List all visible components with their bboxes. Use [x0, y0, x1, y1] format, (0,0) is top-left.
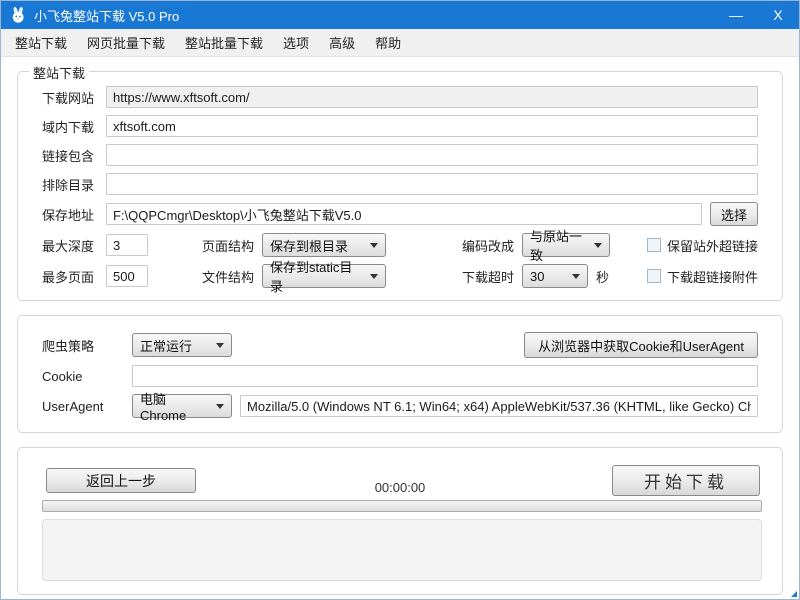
page-structure-label: 页面结构 — [202, 236, 262, 255]
useragent-input[interactable] — [240, 395, 758, 417]
attachments-checkbox-wrap: 下载超链接附件 — [647, 267, 758, 286]
group-crawler-settings: 爬虫策略 正常运行 从浏览器中获取Cookie和UserAgent Cookie… — [17, 315, 783, 433]
strategy-label: 爬虫策略 — [42, 336, 132, 355]
chevron-down-icon — [216, 343, 224, 348]
max-pages-label: 最多页面 — [42, 267, 106, 286]
link-contains-input[interactable] — [106, 144, 758, 166]
timeout-value: 30 — [530, 269, 544, 284]
encoding-label: 编码改成 — [462, 236, 522, 255]
link-contains-label: 链接包含 — [42, 146, 106, 165]
row-pages-filestructure: 最多页面 文件结构 保存到static目录 下载超时 30 秒 下载超链接附件 — [42, 264, 758, 288]
strategy-select[interactable]: 正常运行 — [132, 333, 232, 357]
file-structure-label: 文件结构 — [202, 267, 262, 286]
main-content: 整站下载 下载网站 域内下载 链接包含 排除目录 保存地址 选择 最大深度 页面… — [1, 57, 799, 595]
app-window: { "window": { "title": "小飞兔整站下载 V5.0 Pro… — [0, 0, 800, 600]
row-strategy: 爬虫策略 正常运行 从浏览器中获取Cookie和UserAgent — [42, 332, 758, 358]
menu-whole-site-download[interactable]: 整站下载 — [5, 28, 77, 57]
download-progressbar — [42, 500, 762, 512]
menu-advanced[interactable]: 高级 — [319, 28, 365, 57]
row-depth-structure: 最大深度 页面结构 保存到根目录 编码改成 与原站一致 保留站外超链接 — [42, 233, 758, 257]
attachments-checkbox[interactable] — [647, 269, 661, 283]
keep-external-checkbox-wrap: 保留站外超链接 — [647, 236, 758, 255]
browse-button[interactable]: 选择 — [710, 202, 758, 226]
download-log-area[interactable] — [42, 519, 762, 581]
attachments-label: 下载超链接附件 — [667, 267, 758, 286]
row-link-contains: 链接包含 — [42, 144, 758, 166]
timeout-label: 下载超时 — [462, 267, 522, 286]
menu-help[interactable]: 帮助 — [365, 28, 411, 57]
cookie-label: Cookie — [42, 369, 132, 384]
max-pages-input[interactable] — [106, 265, 148, 287]
window-controls: — X — [715, 1, 799, 29]
download-site-label: 下载网站 — [42, 88, 106, 107]
chevron-down-icon — [370, 274, 378, 279]
window-title: 小飞兔整站下载 V5.0 Pro — [34, 6, 179, 25]
row-download-site: 下载网站 — [42, 86, 758, 108]
row-useragent: UserAgent 电脑Chrome — [42, 394, 758, 418]
useragent-preset-value: 电脑Chrome — [140, 389, 210, 423]
row-cookie: Cookie — [42, 365, 758, 387]
page-structure-select[interactable]: 保存到根目录 — [262, 233, 386, 257]
useragent-label: UserAgent — [42, 399, 132, 414]
rabbit-app-icon — [9, 6, 27, 24]
group-actions: 返回上一步 00:00:00 开始下载 — [17, 447, 783, 595]
chevron-down-icon — [572, 274, 580, 279]
encoding-value: 与原站一致 — [530, 226, 588, 264]
menu-options[interactable]: 选项 — [273, 28, 319, 57]
row-domain: 域内下载 — [42, 115, 758, 137]
download-site-input[interactable] — [106, 86, 758, 108]
save-path-label: 保存地址 — [42, 205, 106, 224]
save-path-input[interactable] — [106, 203, 702, 225]
row-exclude-dirs: 排除目录 — [42, 173, 758, 195]
menu-batch-site-download[interactable]: 整站批量下载 — [175, 28, 273, 57]
page-structure-value: 保存到根目录 — [270, 236, 348, 255]
file-structure-value: 保存到static目录 — [270, 257, 364, 295]
start-download-button[interactable]: 开始下载 — [612, 465, 760, 496]
group-site-settings-title: 整站下载 — [29, 63, 89, 82]
keep-external-checkbox[interactable] — [647, 238, 661, 252]
exclude-dirs-input[interactable] — [106, 173, 758, 195]
max-depth-input[interactable] — [106, 234, 148, 256]
menu-batch-page-download[interactable]: 网页批量下载 — [77, 28, 175, 57]
row-save-path: 保存地址 选择 — [42, 202, 758, 226]
encoding-select[interactable]: 与原站一致 — [522, 233, 610, 257]
keep-external-label: 保留站外超链接 — [667, 236, 758, 255]
chevron-down-icon — [216, 404, 224, 409]
group-site-settings: 整站下载 下载网站 域内下载 链接包含 排除目录 保存地址 选择 最大深度 页面… — [17, 71, 783, 301]
window-resize-grip[interactable] — [791, 591, 797, 597]
fetch-cookie-useragent-button[interactable]: 从浏览器中获取Cookie和UserAgent — [524, 332, 758, 358]
useragent-preset-select[interactable]: 电脑Chrome — [132, 394, 232, 418]
exclude-dirs-label: 排除目录 — [42, 175, 106, 194]
titlebar: 小飞兔整站下载 V5.0 Pro — X — [1, 1, 799, 29]
cookie-input[interactable] — [132, 365, 758, 387]
strategy-value: 正常运行 — [140, 336, 192, 355]
domain-label: 域内下载 — [42, 117, 106, 136]
chevron-down-icon — [370, 243, 378, 248]
minimize-button[interactable]: — — [715, 1, 757, 29]
max-depth-label: 最大深度 — [42, 236, 106, 255]
chevron-down-icon — [594, 243, 602, 248]
timeout-unit: 秒 — [596, 267, 609, 286]
menubar: 整站下载 网页批量下载 整站批量下载 选项 高级 帮助 — [1, 29, 799, 57]
file-structure-select[interactable]: 保存到static目录 — [262, 264, 386, 288]
close-button[interactable]: X — [757, 1, 799, 29]
domain-input[interactable] — [106, 115, 758, 137]
timeout-select[interactable]: 30 — [522, 264, 588, 288]
